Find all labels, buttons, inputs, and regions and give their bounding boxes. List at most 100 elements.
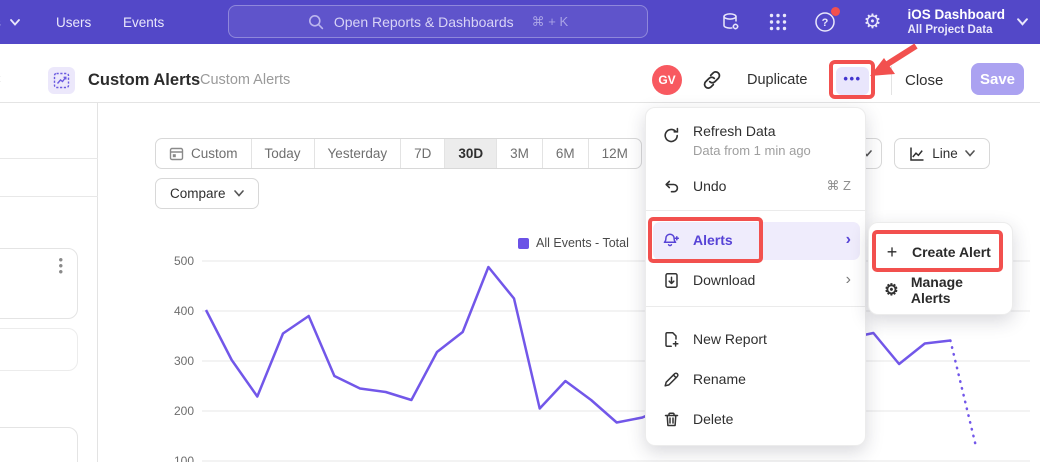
chevron-down-icon bbox=[10, 19, 20, 26]
range-label: 3M bbox=[510, 146, 529, 161]
menu-item-shortcut: ⌘ Z bbox=[826, 178, 851, 194]
app-root: s Users Events Open Reports & Dashboards… bbox=[0, 0, 1040, 462]
nav-item-users[interactable]: Users bbox=[56, 0, 91, 44]
menu-item-label: Download bbox=[693, 272, 755, 288]
sidebar-divider bbox=[0, 196, 98, 197]
legend-label: All Events - Total bbox=[536, 236, 629, 250]
compare-button[interactable]: Compare bbox=[155, 178, 259, 209]
search-input[interactable]: Open Reports & Dashboards ⌘ + K bbox=[228, 5, 648, 38]
range-label: Yesterday bbox=[328, 146, 388, 161]
nav-item-truncated[interactable]: s bbox=[0, 0, 20, 44]
plus-icon: + bbox=[884, 242, 900, 263]
undo-icon bbox=[662, 177, 680, 195]
date-range-picker: Custom Today Yesterday 7D 30D 3M 6M 12M bbox=[155, 138, 642, 169]
chevron-down-icon bbox=[234, 190, 244, 197]
download-icon bbox=[662, 271, 680, 289]
chevron-down-icon bbox=[965, 150, 975, 157]
refresh-icon bbox=[662, 126, 680, 144]
alerts-submenu: + Create Alert ⚙ Manage Alerts bbox=[868, 222, 1013, 315]
report-header: ‹ Custom Alerts Custom Alerts GV Duplica… bbox=[0, 44, 1040, 103]
avatar[interactable]: GV bbox=[652, 65, 682, 95]
gear-icon: ⚙ bbox=[884, 280, 899, 300]
menu-item-sublabel: Data from 1 min ago bbox=[693, 143, 811, 158]
menu-item-refresh-data[interactable]: Refresh Data Data from 1 min ago bbox=[646, 114, 867, 162]
ellipsis-icon: ••• bbox=[843, 74, 861, 84]
range-6m[interactable]: 6M bbox=[543, 139, 589, 168]
sidebar-divider bbox=[0, 158, 98, 159]
notification-dot bbox=[831, 7, 840, 16]
menu-item-label: Undo bbox=[693, 178, 726, 194]
pencil-icon bbox=[662, 370, 680, 388]
back-chevron-sliver[interactable]: ‹ bbox=[0, 70, 1, 87]
metric-card[interactable]: ••• bbox=[0, 248, 78, 319]
search-placeholder: Open Reports & Dashboards bbox=[334, 14, 514, 30]
close-button[interactable]: Close bbox=[905, 64, 943, 97]
nav-events-label: Events bbox=[123, 15, 164, 30]
menu-item-label: Rename bbox=[693, 371, 746, 387]
range-label: 7D bbox=[414, 146, 431, 161]
chart-type-label: Line bbox=[932, 146, 958, 161]
svg-text:?: ? bbox=[822, 17, 829, 29]
menu-item-new-report[interactable]: New Report bbox=[646, 320, 867, 358]
legend-swatch bbox=[518, 238, 529, 249]
legend-item[interactable]: All Events - Total bbox=[518, 236, 629, 250]
menu-item-label: Refresh Data bbox=[693, 123, 775, 139]
compare-label: Compare bbox=[170, 186, 226, 201]
chevron-right-icon: › bbox=[846, 233, 851, 247]
range-label: Custom bbox=[191, 146, 238, 161]
metric-card[interactable] bbox=[0, 328, 78, 371]
duplicate-button[interactable]: Duplicate bbox=[747, 64, 807, 97]
range-7d[interactable]: 7D bbox=[401, 139, 445, 168]
more-options-button[interactable]: ••• bbox=[836, 67, 869, 95]
menu-item-rename[interactable]: Rename bbox=[646, 360, 867, 398]
calendar-icon bbox=[169, 146, 184, 161]
project-switcher[interactable]: iOS Dashboard All Project Data bbox=[907, 7, 1028, 37]
share-link-icon[interactable] bbox=[701, 69, 723, 91]
database-icon[interactable] bbox=[719, 10, 743, 34]
submenu-item-label: Create Alert bbox=[912, 244, 991, 260]
range-3m[interactable]: 3M bbox=[497, 139, 543, 168]
top-nav: s Users Events Open Reports & Dashboards… bbox=[0, 0, 1040, 44]
chevron-down-icon bbox=[1017, 18, 1028, 26]
menu-item-alerts[interactable]: Alerts › bbox=[646, 220, 867, 260]
project-name: iOS Dashboard bbox=[907, 7, 1005, 23]
svg-text:400: 400 bbox=[174, 304, 194, 318]
nav-item-events[interactable]: Events bbox=[123, 0, 164, 44]
chart-type-button[interactable]: Line bbox=[894, 138, 990, 169]
svg-text:500: 500 bbox=[174, 254, 194, 268]
line-chart-icon bbox=[909, 146, 925, 162]
page-title: Custom Alerts bbox=[88, 64, 200, 97]
document-plus-icon bbox=[662, 330, 680, 348]
range-custom[interactable]: Custom bbox=[156, 139, 252, 168]
context-menu: Refresh Data Data from 1 min ago Undo ⌘ … bbox=[645, 107, 866, 446]
query-builder-sidebar: ••• bbox=[0, 103, 98, 462]
range-label: 6M bbox=[556, 146, 575, 161]
range-label: 30D bbox=[458, 146, 483, 161]
svg-text:200: 200 bbox=[174, 404, 194, 418]
range-today[interactable]: Today bbox=[252, 139, 315, 168]
submenu-item-create-alert[interactable]: + Create Alert bbox=[869, 233, 1014, 271]
range-label: 12M bbox=[602, 146, 628, 161]
search-icon bbox=[308, 14, 324, 30]
trash-icon bbox=[662, 410, 680, 428]
menu-divider bbox=[646, 210, 867, 211]
menu-divider bbox=[646, 306, 867, 307]
apps-grid-icon[interactable] bbox=[766, 10, 790, 34]
header-divider bbox=[891, 66, 892, 95]
save-button[interactable]: Save bbox=[971, 63, 1024, 95]
menu-item-undo[interactable]: Undo ⌘ Z bbox=[646, 166, 867, 206]
submenu-item-manage-alerts[interactable]: ⚙ Manage Alerts bbox=[869, 271, 1014, 309]
menu-item-label: Alerts bbox=[693, 232, 733, 248]
metric-card[interactable] bbox=[0, 427, 78, 462]
report-type-icon bbox=[48, 67, 75, 94]
gear-icon[interactable]: ⚙ bbox=[860, 10, 884, 34]
kebab-menu-icon[interactable]: ••• bbox=[58, 257, 63, 275]
range-yesterday[interactable]: Yesterday bbox=[315, 139, 402, 168]
menu-item-delete[interactable]: Delete bbox=[646, 400, 867, 438]
chevron-right-icon: › bbox=[846, 273, 851, 287]
help-icon[interactable]: ? bbox=[813, 10, 837, 34]
range-12m[interactable]: 12M bbox=[589, 139, 641, 168]
menu-item-label: New Report bbox=[693, 331, 767, 347]
menu-item-download[interactable]: Download › bbox=[646, 260, 867, 300]
range-30d[interactable]: 30D bbox=[445, 139, 497, 168]
